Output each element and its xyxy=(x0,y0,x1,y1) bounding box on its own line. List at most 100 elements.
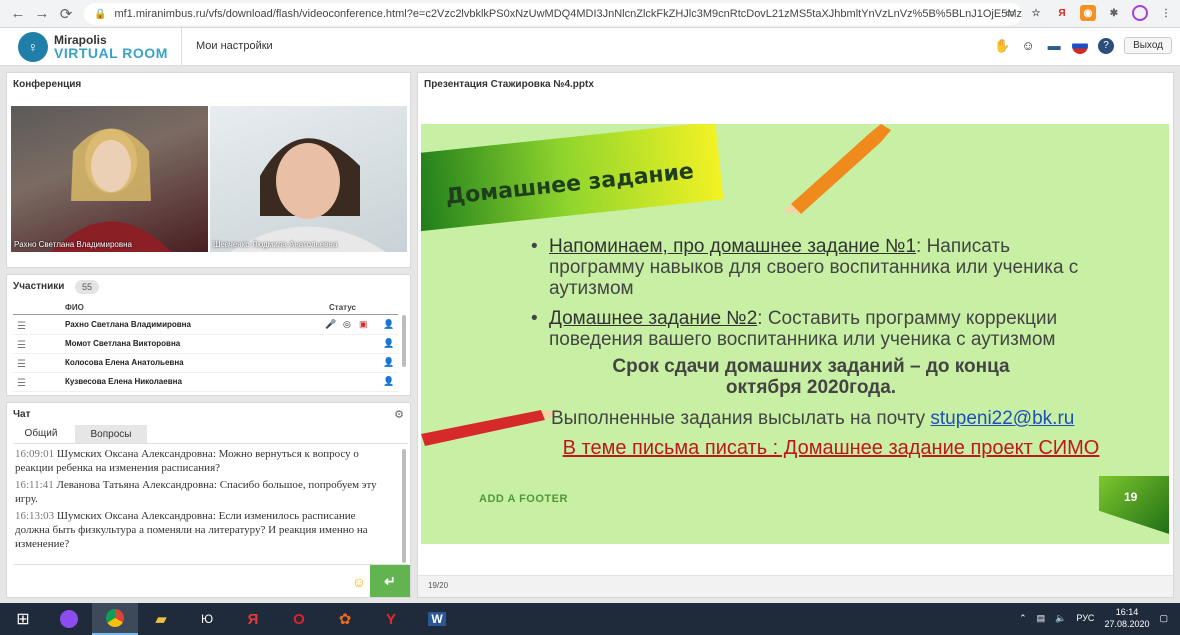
logo-line2: VIRTUAL ROOM xyxy=(54,45,168,61)
presentation-title: Презентация Стажировка №4.pptx xyxy=(424,79,594,90)
chat-panel: Чат ⚙ Общий Вопросы 16:09:01 Шумских Окс… xyxy=(6,402,411,598)
windows-start-icon[interactable]: ⊞ xyxy=(0,603,46,635)
yu-app-icon[interactable]: Ю xyxy=(184,603,230,635)
participant-name: Рахно Светлана Владимировна xyxy=(65,320,191,329)
pencil-red-icon xyxy=(421,410,559,446)
my-settings-link[interactable]: Мои настройки xyxy=(196,40,273,52)
participant-video-icon xyxy=(230,138,386,252)
row-menu-icon[interactable]: ☰ xyxy=(17,359,26,370)
participant-row[interactable]: ☰ Кузвесова Елена Николаевна 👤 xyxy=(13,373,398,392)
user-icon: 👤 xyxy=(383,338,395,348)
presentation-slide: Домашнее задание • Напоминаем, про домашн… xyxy=(421,124,1169,544)
extensions-puzzle-icon[interactable]: ✱ xyxy=(1106,5,1122,21)
bullet-homework-2: • Домашнее задание №2: Составить программ… xyxy=(531,308,1058,350)
notifications-icon[interactable]: ▢ xyxy=(1159,613,1168,624)
participants-scrollbar[interactable] xyxy=(402,315,406,367)
column-header-name[interactable]: ФИО xyxy=(65,303,84,312)
alice-assistant-icon[interactable] xyxy=(46,603,92,635)
yandex-icon[interactable]: Я xyxy=(230,603,276,635)
help-icon[interactable]: ? xyxy=(1098,37,1115,54)
word-icon[interactable]: W xyxy=(414,603,460,635)
reload-icon[interactable]: ⟳ xyxy=(54,2,78,26)
forward-icon[interactable]: → xyxy=(30,2,54,26)
participant-row[interactable]: ☰ Момот Светлана Викторовна 👤 xyxy=(13,335,398,354)
message-time: 16:13:03 xyxy=(15,510,55,522)
tray-network-icon[interactable]: ▤ xyxy=(1037,613,1046,624)
cast-icon[interactable]: ▭ xyxy=(1002,5,1018,21)
logo-mark-icon: ♀ xyxy=(18,32,48,62)
exit-button[interactable]: Выход xyxy=(1124,37,1172,54)
participant-name: Момот Светлана Викторовна xyxy=(65,339,181,348)
yandex-browser-icon[interactable]: Y xyxy=(368,603,414,635)
conference-panel: Конференция Рахно Светлана Владимировна … xyxy=(6,72,411,268)
slide-footer: ADD A FOOTER xyxy=(479,493,568,505)
message-time: 16:09:01 xyxy=(15,448,55,460)
email-subject-note: В теме письма писать : Домашнее задание … xyxy=(562,437,1100,459)
bullet-homework-1: • Напоминаем, про домашнее задание №1: На… xyxy=(531,236,1079,299)
send-button[interactable]: ↵ xyxy=(370,565,410,597)
participants-title: Участники xyxy=(13,281,65,292)
tray-up-arrow-icon[interactable]: ⌃ xyxy=(1019,613,1027,624)
video-tile[interactable]: Шевченко Людмила Анатольевна xyxy=(210,106,407,252)
back-icon[interactable]: ← xyxy=(6,2,30,26)
microphone-icon: 🎤 xyxy=(325,319,337,329)
tray-lang[interactable]: РУС xyxy=(1076,613,1094,623)
address-bar[interactable]: 🔒 mf1.miranimbus.ru/vfs/download/flash/v… xyxy=(84,3,1022,25)
url-text: mf1.miranimbus.ru/vfs/download/flash/vid… xyxy=(114,8,1022,20)
video-tile[interactable]: Рахно Светлана Владимировна xyxy=(11,106,208,252)
russian-flag-icon[interactable] xyxy=(1072,37,1089,54)
chat-scrollbar[interactable] xyxy=(402,449,406,563)
email-prefix: Выполненные задания высылать на почту xyxy=(551,408,931,429)
file-explorer-icon[interactable]: ▰ xyxy=(138,603,184,635)
chat-title: Чат xyxy=(13,409,31,420)
chat-message: 16:09:01 Шумских Оксана Александровна: М… xyxy=(15,447,393,475)
screen-icon: ▣ xyxy=(359,319,368,329)
participants-panel: Участники 55 ФИО Статус ☰ Рахно Светлана… xyxy=(6,274,411,396)
conference-title: Конференция xyxy=(13,79,82,90)
raise-hand-icon[interactable]: ✋ xyxy=(994,38,1010,54)
message-text: Шумских Оксана Александровна: Можно верн… xyxy=(15,448,359,474)
email-link[interactable]: stupeni22@bk.ru xyxy=(930,408,1074,429)
media-app-icon[interactable]: ✿ xyxy=(322,603,368,635)
clock-date: 27.08.2020 xyxy=(1104,619,1150,629)
tab-questions[interactable]: Вопросы xyxy=(75,425,147,443)
user-icon: 👤 xyxy=(383,376,395,386)
participant-row[interactable]: ☰ Колосова Елена Анатольевна 👤 xyxy=(13,354,398,373)
column-header-status[interactable]: Статус xyxy=(329,303,356,312)
bullet-2-underlined: Домашнее задание №2 xyxy=(549,308,758,329)
opera-icon[interactable]: O xyxy=(276,603,322,635)
header-divider xyxy=(13,314,398,315)
more-menu-icon[interactable]: ⋮ xyxy=(1158,5,1174,21)
yandex-ext-icon[interactable]: Я xyxy=(1054,5,1070,21)
participant-video-icon xyxy=(51,128,171,252)
system-tray: ⌃ ▤ 🔈 РУС 16:14 27.08.2020 ▢ xyxy=(1019,606,1168,630)
bullet-1-underlined: Напоминаем, про домашнее задание №1 xyxy=(549,236,917,257)
chat-message: 16:11:41 Леванова Татьяна Александровна:… xyxy=(15,478,393,506)
tab-general[interactable]: Общий xyxy=(13,425,69,443)
participant-name: Кузвесова Елена Николаевна xyxy=(65,377,182,386)
row-menu-icon[interactable]: ☰ xyxy=(17,321,26,332)
app-header: ♀ Mirapolis VIRTUAL ROOM Мои настройки ✋… xyxy=(0,28,1180,66)
row-menu-icon[interactable]: ☰ xyxy=(17,340,26,351)
camera-ext-icon[interactable]: ◉ xyxy=(1080,5,1096,21)
bookmark-star-icon[interactable]: ☆ xyxy=(1028,5,1044,21)
video-caption: Рахно Светлана Владимировна xyxy=(14,240,132,249)
presentation-toolbar xyxy=(418,94,1173,121)
folder-icon[interactable]: ▬ xyxy=(1046,38,1062,54)
participants-count-badge: 55 xyxy=(75,280,99,294)
chat-input[interactable] xyxy=(13,565,371,597)
chat-settings-gear-icon[interactable]: ⚙ xyxy=(394,408,404,421)
email-line: Выполненные задания высылать на почту st… xyxy=(551,408,1169,430)
participant-name: Колосова Елена Анатольевна xyxy=(65,358,184,367)
chrome-taskbar-icon[interactable] xyxy=(92,603,138,635)
taskbar-clock[interactable]: 16:14 27.08.2020 xyxy=(1104,606,1149,630)
header-divider xyxy=(181,28,182,66)
emoji-icon[interactable]: ☺ xyxy=(1020,38,1036,54)
chat-messages: 16:09:01 Шумских Оксана Александровна: М… xyxy=(15,447,393,554)
participant-row[interactable]: ☰ Рахно Светлана Владимировна 🎤 ◎ ▣ 👤 xyxy=(13,316,398,335)
mirapolis-logo: ♀ Mirapolis VIRTUAL ROOM xyxy=(18,32,168,62)
emoji-picker-icon[interactable]: ☺ xyxy=(352,574,366,590)
row-menu-icon[interactable]: ☰ xyxy=(17,378,26,389)
profile-avatar-icon[interactable] xyxy=(1132,5,1148,21)
tray-volume-icon[interactable]: 🔈 xyxy=(1055,613,1066,624)
